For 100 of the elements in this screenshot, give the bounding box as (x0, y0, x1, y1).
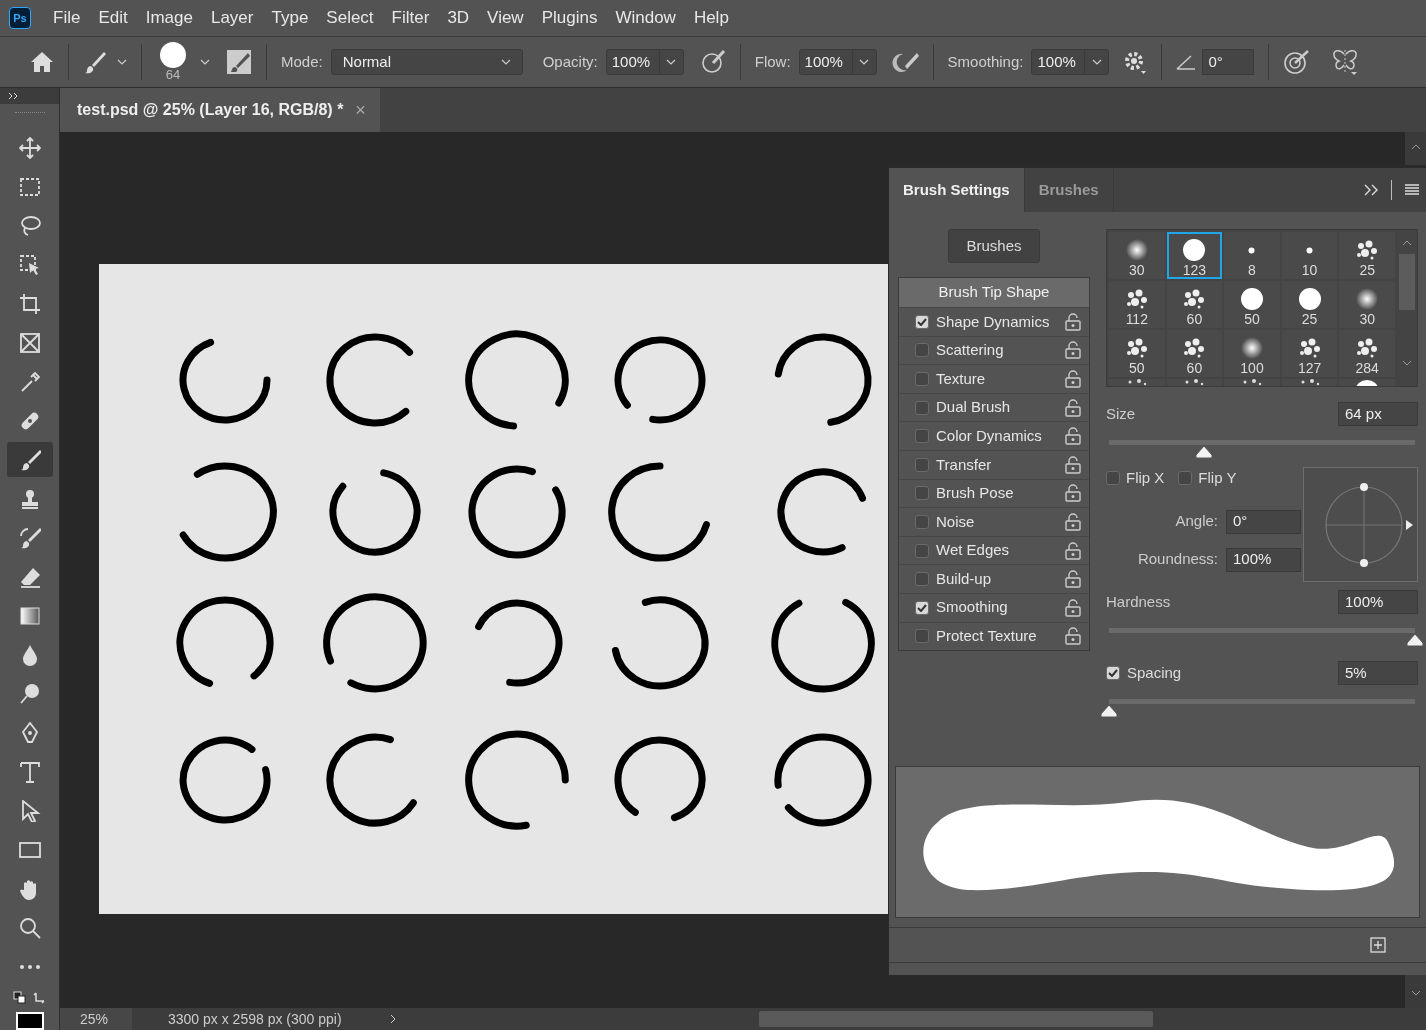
checkbox[interactable] (1178, 471, 1193, 486)
slider-thumb[interactable] (1100, 704, 1118, 718)
flip-x-label[interactable]: Flip X (1126, 467, 1165, 490)
checkbox[interactable] (915, 600, 929, 615)
checkbox[interactable] (915, 457, 929, 472)
chevron-down-icon[interactable] (859, 59, 870, 65)
unlock-icon[interactable] (1065, 427, 1081, 446)
menu-item[interactable]: File (53, 5, 81, 31)
close-button[interactable]: × (355, 96, 366, 124)
menu-item[interactable]: Filter (391, 5, 430, 31)
brush-preset[interactable]: 100 (1224, 330, 1280, 377)
menu-item[interactable]: Window (615, 5, 676, 31)
brush-tip-preview[interactable] (160, 42, 186, 68)
angle-field[interactable]: 0° (1226, 509, 1301, 534)
scroll-up-icon[interactable] (1410, 144, 1421, 150)
brush-panel-toggle-icon[interactable] (226, 49, 252, 75)
chevron-down-icon[interactable] (117, 59, 127, 65)
chevron-down-icon[interactable] (500, 59, 511, 65)
brush-preset[interactable]: 10 (1281, 232, 1338, 279)
unlock-icon[interactable] (1065, 398, 1081, 417)
menu-item[interactable]: Image (145, 5, 193, 31)
chevron-right-icon[interactable] (390, 1014, 396, 1024)
mode-dropdown[interactable]: Normal (330, 49, 523, 75)
brush-preset[interactable]: 60 (1166, 330, 1223, 377)
document-tab[interactable]: test.psd @ 25% (Layer 16, RGB/8) * × (60, 88, 380, 132)
zoom-level[interactable]: 25% (60, 1008, 132, 1030)
scrollbar-thumb[interactable] (759, 1011, 1153, 1027)
flow-dropdown[interactable]: 100% (798, 49, 877, 75)
scroll-down-icon[interactable] (1410, 990, 1421, 996)
checkbox[interactable] (915, 314, 929, 329)
brush-preset[interactable]: 8 (1224, 232, 1280, 279)
collapse-icon[interactable] (1363, 184, 1379, 196)
brush-preset[interactable]: 50 (1224, 281, 1280, 328)
unlock-icon[interactable] (1065, 455, 1081, 474)
checkbox[interactable] (915, 514, 929, 529)
unlock-icon[interactable] (1065, 370, 1081, 388)
brush-preset[interactable]: 284 (1339, 330, 1395, 377)
foreground-color-swatch[interactable] (15, 1012, 44, 1030)
checkbox[interactable] (915, 372, 929, 386)
slider-thumb[interactable] (1406, 633, 1424, 647)
brush-preset[interactable]: 25 (1281, 281, 1338, 328)
pressure-opacity-icon[interactable] (699, 49, 726, 75)
menu-item[interactable]: Select (326, 5, 374, 31)
chevron-down-icon[interactable] (1091, 59, 1102, 65)
unlock-icon[interactable] (1065, 312, 1081, 331)
menu-item[interactable]: Type (271, 5, 309, 31)
menu-icon[interactable] (1404, 184, 1420, 196)
checkbox[interactable] (915, 400, 929, 415)
unlock-icon[interactable] (1065, 341, 1081, 360)
brush-preset[interactable]: 127 (1281, 330, 1338, 377)
menu-item[interactable]: Layer (210, 5, 254, 31)
settings-item[interactable]: Brush Tip Shape (899, 278, 1089, 307)
checkbox[interactable] (915, 629, 929, 644)
checkbox[interactable] (915, 543, 929, 558)
spacing-label[interactable]: Spacing (1127, 661, 1182, 685)
brush-preset[interactable]: 50 (1109, 330, 1165, 377)
spacing-field[interactable]: 5% (1338, 661, 1418, 685)
checkbox[interactable] (915, 343, 929, 358)
flip-y-label[interactable]: Flip Y (1198, 467, 1237, 490)
unlock-icon[interactable] (1065, 484, 1081, 503)
unlock-icon[interactable] (1065, 570, 1081, 589)
menu-item[interactable]: Help (693, 5, 729, 31)
chevron-down-icon[interactable] (666, 59, 677, 65)
brush-preset[interactable]: 112 (1109, 281, 1165, 328)
checkbox[interactable] (915, 572, 929, 587)
chevron-down-icon[interactable] (200, 59, 210, 65)
pressure-size-icon[interactable] (1283, 49, 1310, 75)
checkbox[interactable] (915, 486, 929, 501)
opacity-dropdown[interactable]: 100% (605, 49, 684, 75)
settings-icon[interactable] (1123, 50, 1148, 74)
checkbox[interactable] (1106, 666, 1120, 680)
checkbox[interactable] (915, 429, 929, 444)
smoothing-dropdown[interactable]: 100% (1031, 49, 1110, 75)
brush-icon[interactable] (83, 50, 107, 74)
scroll-down-icon[interactable] (1402, 360, 1412, 366)
panel-tab[interactable]: Brush Settings (889, 168, 1025, 212)
unlock-icon[interactable] (1065, 541, 1081, 560)
new-brush-icon[interactable] (1370, 937, 1386, 953)
brush-preset[interactable]: 60 (1166, 281, 1223, 328)
menu-item[interactable]: Plugins (541, 5, 598, 31)
menu-item[interactable]: Edit (98, 5, 128, 31)
brush-tool[interactable] (6, 442, 53, 477)
brush-preset[interactable]: 30 (1109, 232, 1165, 279)
scrollbar-thumb[interactable] (1399, 254, 1415, 310)
menu-item[interactable]: View (487, 5, 524, 31)
roundness-field[interactable]: 100% (1226, 547, 1301, 572)
symmetry-butterfly-icon[interactable] (1331, 48, 1360, 76)
brush-preset[interactable]: 123 (1166, 232, 1223, 279)
brush-preset-thumbnail-icon[interactable] (1355, 379, 1380, 386)
brush-preset[interactable]: 30 (1339, 281, 1395, 328)
angle-field[interactable]: 0° (1202, 49, 1255, 75)
menu-item[interactable]: 3D (447, 5, 470, 31)
brushes-button[interactable]: Brushes (948, 229, 1040, 263)
unlock-icon[interactable] (1065, 627, 1081, 646)
size-field[interactable]: 64 px (1338, 402, 1418, 426)
unlock-icon[interactable] (1065, 512, 1081, 531)
unlock-icon[interactable] (1065, 598, 1081, 617)
scroll-up-icon[interactable] (1402, 240, 1412, 246)
home-icon[interactable] (30, 51, 54, 73)
brush-preset[interactable]: 25 (1339, 232, 1395, 279)
